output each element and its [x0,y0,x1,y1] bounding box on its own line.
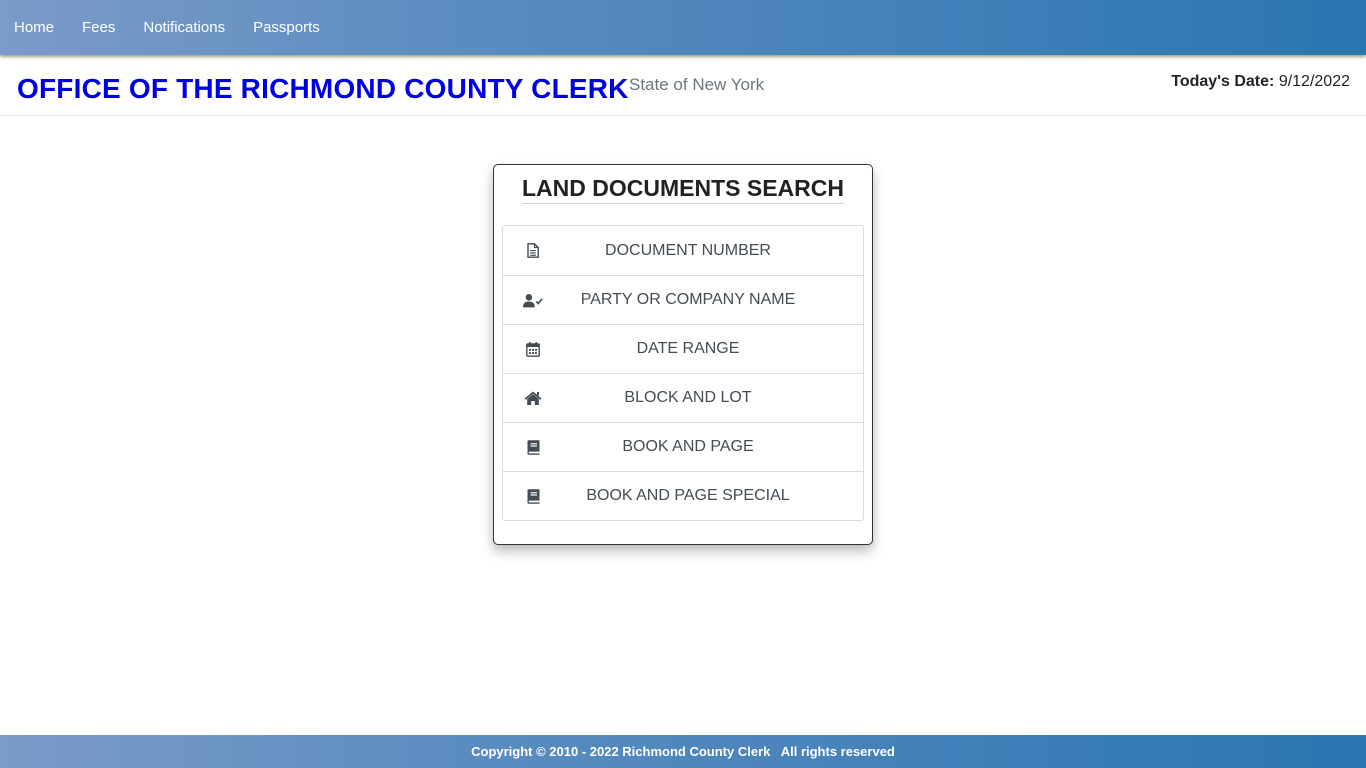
book-icon [523,487,543,505]
site-subtitle: State of New York [629,75,765,94]
search-option-book-and-page[interactable]: BOOK AND PAGE [503,422,863,471]
calendar-icon [523,340,543,358]
search-option-block-and-lot[interactable]: BLOCK AND LOT [503,373,863,422]
search-option-label: BOOK AND PAGE [622,438,754,455]
search-option-date-range[interactable]: DATE RANGE [503,324,863,373]
page-header: OFFICE OF THE RICHMOND COUNTY CLERK Stat… [0,55,1366,116]
site-title: OFFICE OF THE RICHMOND COUNTY CLERK [17,73,629,104]
search-option-party-name[interactable]: PARTY OR COMPANY NAME [503,275,863,324]
footer-copyright: Copyright © 2010 - 2022 Richmond County … [471,744,895,759]
todays-date-label: Today's Date: [1171,73,1275,90]
nav-notifications-link[interactable]: Notifications [143,18,225,38]
search-option-document-number[interactable]: DOCUMENT NUMBER [503,226,863,275]
nav-passports-link[interactable]: Passports [253,18,320,38]
search-option-label: BOOK AND PAGE SPECIAL [586,487,790,504]
todays-date-value: 9/12/2022 [1278,73,1350,90]
search-option-label: BLOCK AND LOT [624,389,752,406]
search-option-label: DOCUMENT NUMBER [605,241,771,259]
search-option-label: PARTY OR COMPANY NAME [580,291,796,308]
document-icon [523,242,543,260]
search-option-book-and-page-special[interactable]: BOOK AND PAGE SPECIAL [503,471,863,520]
land-documents-search-card: LAND DOCUMENTS SEARCH DOCUMENT NUMBER PA… [493,164,873,545]
home-icon [523,389,543,407]
top-nav: Home Fees Notifications Passports [0,0,1366,55]
user-check-icon [523,291,543,309]
nav-home-link[interactable]: Home [14,18,54,38]
search-options-list: DOCUMENT NUMBER PARTY OR COMPANY NAME DA… [502,225,864,521]
page-footer: Copyright © 2010 - 2022 Richmond County … [0,735,1366,768]
book-icon [523,438,543,456]
nav-fees-link[interactable]: Fees [82,18,115,38]
todays-date: Today's Date: 9/12/2022 [1171,73,1350,91]
search-option-label: DATE RANGE [636,340,740,357]
card-title: LAND DOCUMENTS SEARCH [522,174,844,204]
